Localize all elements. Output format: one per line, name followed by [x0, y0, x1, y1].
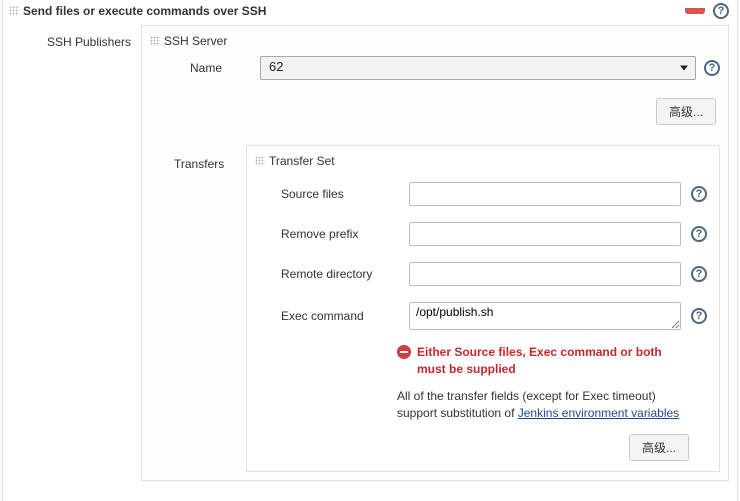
drag-handle-icon[interactable] [255, 156, 265, 166]
source-files-input[interactable] [409, 182, 681, 206]
exec-command-label: Exec command [255, 309, 409, 323]
exec-command-input[interactable]: /opt/publish.sh [409, 302, 681, 330]
transfer-advanced-button[interactable]: 高级... [629, 434, 689, 461]
source-files-label: Source files [255, 187, 409, 201]
transfer-set-panel: Transfer Set Source files ? Remove prefi… [246, 145, 720, 472]
drag-handle-icon[interactable] [150, 36, 160, 46]
error-text: Either Source files, Exec command or bot… [417, 344, 683, 378]
ssh-name-label: Name [150, 61, 260, 75]
transfers-label: Transfers [150, 145, 246, 171]
ssh-publishers-label: SSH Publishers [11, 25, 141, 49]
help-icon[interactable]: ? [691, 186, 707, 202]
delete-button[interactable] [685, 8, 705, 14]
section-title: Send files or execute commands over SSH [23, 4, 685, 18]
remote-directory-label: Remote directory [255, 267, 409, 281]
remote-directory-input[interactable] [409, 262, 681, 286]
help-icon[interactable]: ? [691, 266, 707, 282]
transfer-set-title: Transfer Set [269, 154, 335, 168]
jenkins-env-vars-link[interactable]: Jenkins environment variables [518, 406, 679, 420]
help-icon[interactable]: ? [691, 308, 707, 324]
ssh-server-title: SSH Server [164, 34, 227, 48]
help-icon[interactable]: ? [691, 226, 707, 242]
error-icon [397, 345, 411, 359]
transfer-help-text: All of the transfer fields (except for E… [247, 382, 719, 427]
ssh-publishers-panel: SSH Server Name 62 ? 高级... Tr [141, 25, 729, 481]
ssh-advanced-button[interactable]: 高级... [656, 98, 716, 125]
drag-handle-icon[interactable] [9, 6, 19, 16]
remove-prefix-input[interactable] [409, 222, 681, 246]
help-icon[interactable]: ? [704, 60, 720, 76]
remove-prefix-label: Remove prefix [255, 227, 409, 241]
ssh-name-select[interactable]: 62 [260, 56, 696, 80]
help-icon[interactable]: ? [713, 3, 729, 19]
